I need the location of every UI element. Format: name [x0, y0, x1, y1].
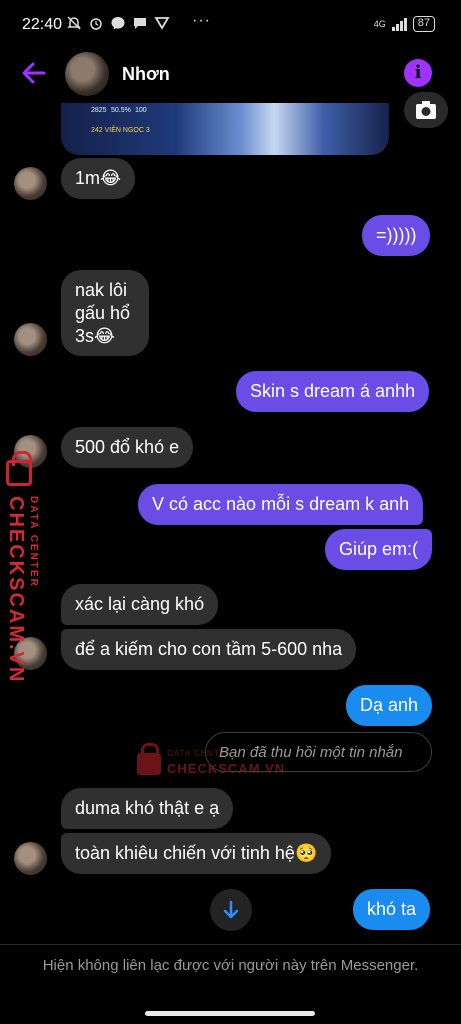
watermark-brand: CHECKSCAM.VN: [5, 496, 27, 684]
status-time: 22:40: [22, 16, 63, 33]
sender-avatar[interactable]: [14, 842, 47, 875]
incoming-message-multiline[interactable]: nak lôi gấu hổ 3s😂: [61, 270, 149, 356]
watermark-sub: DATA CENTER: [28, 496, 39, 588]
vpn-triangle-icon: [154, 17, 170, 30]
status-bar: 22:40 ··· 4G 87: [0, 0, 461, 46]
mute-bell-icon: [67, 16, 81, 30]
incoming-message[interactable]: để a kiếm cho con tầm 5-600 nha: [61, 629, 357, 670]
unavailable-notice: Hiện không liên lạc được với người này t…: [42, 957, 419, 974]
message-line: gấu hổ: [75, 302, 131, 323]
home-indicator[interactable]: [145, 1011, 315, 1016]
contact-avatar[interactable]: [65, 52, 109, 96]
image-stat: 50.5%: [111, 107, 131, 114]
messenger-icon: [111, 17, 125, 30]
sender-avatar[interactable]: [14, 167, 47, 200]
scroll-down-button[interactable]: [210, 889, 252, 931]
battery-icon: 87: [412, 16, 435, 32]
watermark-side: CHECKSCAM.VN DATA CENTER: [4, 451, 44, 683]
incoming-message[interactable]: 500 đổ khó e: [61, 427, 194, 468]
incoming-message[interactable]: 1m😂: [61, 158, 136, 199]
camera-button[interactable]: [404, 92, 448, 128]
outgoing-message[interactable]: Giúp em:(: [325, 529, 433, 570]
outgoing-message[interactable]: Skin s dream á anhh: [236, 371, 430, 412]
signal-icon: [391, 17, 407, 31]
chat-header: Nhơn i: [0, 46, 461, 102]
outgoing-message[interactable]: =))))): [362, 215, 431, 256]
incoming-message[interactable]: xác lại càng khó: [61, 584, 219, 625]
lock-icon: [6, 451, 32, 486]
contact-name[interactable]: Nhơn: [122, 64, 170, 85]
incoming-message[interactable]: toàn khiêu chiến với tinh hệ🥺: [61, 833, 332, 874]
incoming-message[interactable]: duma khó thật e ạ: [61, 788, 234, 829]
shared-game-screenshot[interactable]: 2825 50.5% 100 242 VIÊN NGỌC 3: [61, 103, 389, 155]
sender-avatar[interactable]: [14, 323, 47, 356]
alarm-icon: [90, 18, 102, 30]
lock-icon: [137, 743, 161, 775]
arrow-down-icon: [223, 900, 239, 919]
image-stat: 2825: [91, 107, 107, 114]
outgoing-message[interactable]: khó ta: [353, 889, 431, 930]
image-stat: 100: [135, 107, 147, 114]
footer-divider: [0, 944, 461, 945]
arrow-left-icon: [22, 62, 46, 84]
outgoing-message[interactable]: Dạ anh: [346, 685, 433, 726]
image-gems-label: 242 VIÊN NGỌC 3: [91, 127, 150, 134]
network-type: 4G: [373, 19, 386, 29]
message-line: 3s😂: [75, 325, 116, 346]
more-dots-icon: ···: [192, 12, 211, 29]
outgoing-message[interactable]: V có acc nào mỗi s dream k anh: [138, 484, 424, 525]
info-icon[interactable]: i: [404, 59, 432, 87]
recalled-message[interactable]: Bạn đã thu hồi một tin nhắn: [205, 732, 432, 772]
message-line: nak lôi: [75, 279, 128, 300]
chat-bubble-icon: [134, 18, 146, 29]
camera-icon: [416, 101, 436, 119]
back-button[interactable]: [18, 58, 50, 88]
